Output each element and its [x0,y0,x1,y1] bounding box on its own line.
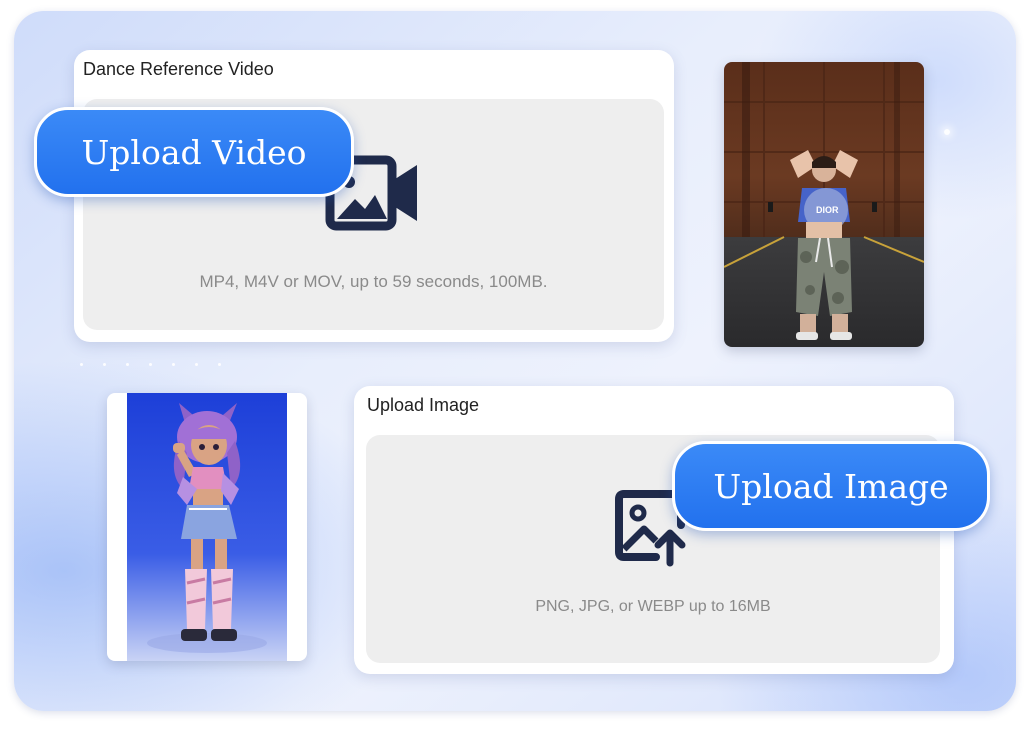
upload-video-label: Upload Video [81,132,307,172]
image-format-hint: PNG, JPG, or WEBP up to 16MB [535,598,771,615]
upload-video-button[interactable]: Upload Video [34,107,354,197]
video-format-hint: MP4, M4V or MOV, up to 59 seconds, 100MB… [199,272,548,291]
upload-image-button[interactable]: Upload Image [672,441,990,531]
shirt-logo-text: DIOR [816,205,839,215]
character-reference-photo [127,393,287,661]
video-card-title: Dance Reference Video [83,59,274,79]
sparkle-decoration [944,129,950,135]
dancer-reference-photo: DIOR [724,62,924,347]
decorative-dots [80,363,240,369]
image-card-title: Upload Image [367,395,480,415]
character-photo-frame [107,393,307,661]
upload-image-label: Upload Image [713,466,949,506]
